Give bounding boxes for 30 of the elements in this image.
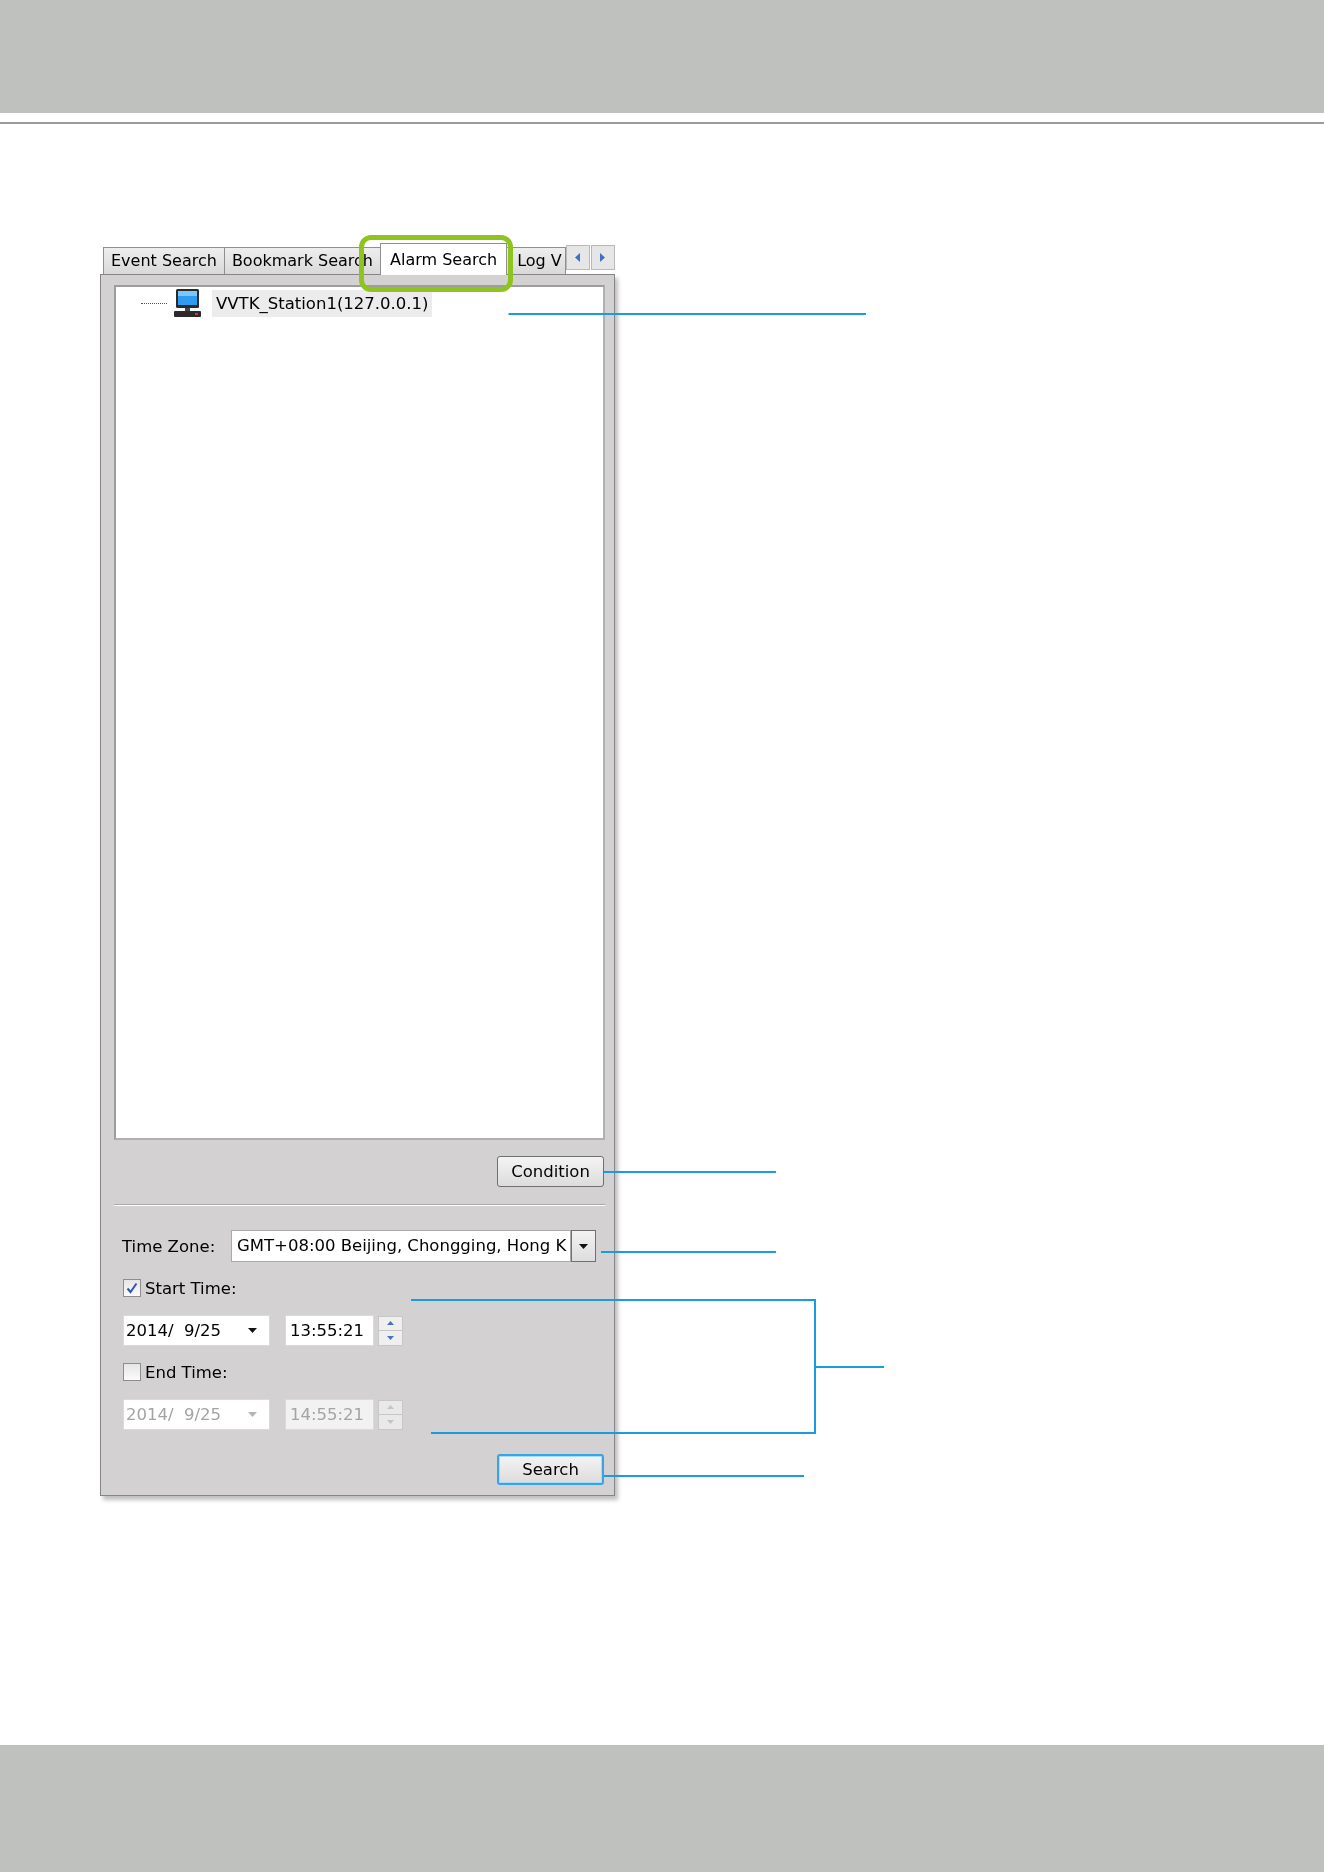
end-time-label: End Time: [145,1362,228,1382]
tree-view[interactable]: VVTK_Station1(127.0.0.1) [114,285,605,1140]
dropdown-button[interactable] [571,1230,596,1262]
down-arrow-icon [387,1419,394,1424]
down-arrow-icon [387,1335,394,1340]
up-arrow-icon [387,1405,394,1409]
caret-icon [579,1243,588,1249]
tab-scroll-left-button[interactable] [565,245,590,270]
caret-icon [248,1412,257,1417]
time-zone-field[interactable]: GMT+08:00 Beijing, Chongging, Hong K [231,1230,571,1262]
caret-icon [248,1328,257,1333]
up-arrow-icon [387,1321,394,1325]
increment-button[interactable] [378,1315,403,1331]
computer-icon [173,289,202,317]
tree-item[interactable]: VVTK_Station1(127.0.0.1) [212,289,433,317]
tree-connector [141,302,167,304]
time-zone-label: Time Zone: [122,1236,217,1256]
date-field[interactable]: 2014/ 9/25 [123,1315,270,1346]
checkbox[interactable] [123,1279,141,1297]
checkbox[interactable] [123,1363,141,1381]
tick-icon [126,1282,138,1294]
tab-scroll-right-button[interactable] [590,245,615,270]
tab[interactable]: Event Search [103,247,225,274]
condition-button[interactable]: Condition [497,1156,604,1187]
left-arrow-icon [575,253,581,262]
search-button[interactable]: Search [497,1454,604,1485]
tab[interactable]: Alarm Search [380,243,508,275]
start-time-label: Start Time: [145,1278,237,1298]
time-field[interactable]: 13:55:21 [285,1315,374,1346]
right-arrow-icon [600,253,606,262]
